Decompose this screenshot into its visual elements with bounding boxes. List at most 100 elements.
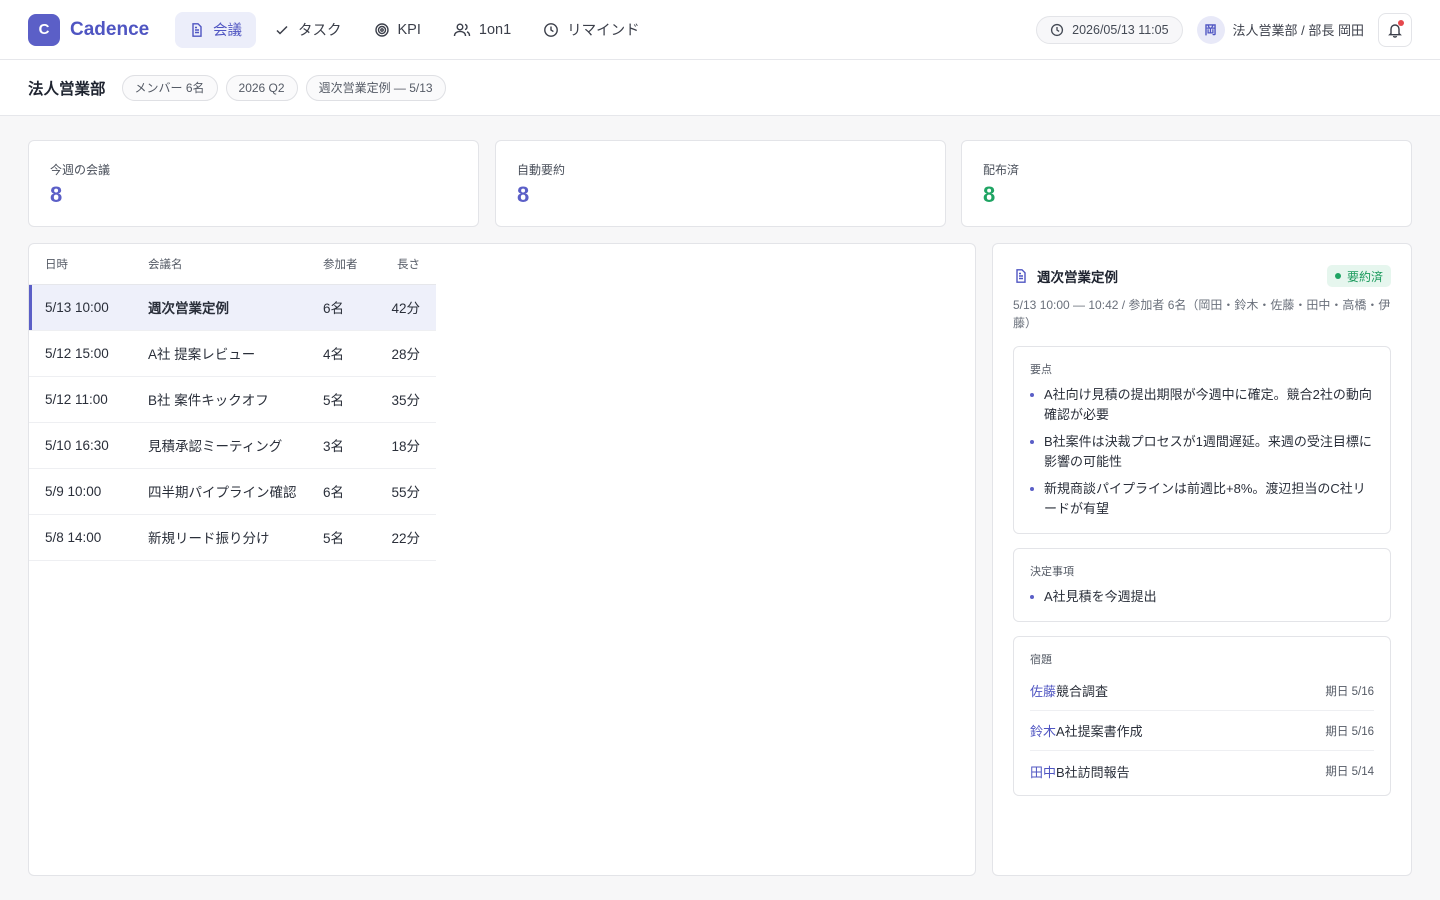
main-nav: 会議 タスク KPI 1on1 リマインド bbox=[175, 11, 658, 48]
cell-date: 5/12 15:00 bbox=[29, 330, 148, 377]
stat-value: 8 bbox=[517, 182, 530, 207]
document-icon bbox=[192, 22, 202, 37]
meeting-detail-panel: 週次営業定例 要約済 5/13 10:00 — 10:42 / 参加者 6名（岡… bbox=[992, 243, 1412, 876]
datetime-pill: 2026/05/13 11:05 bbox=[1036, 15, 1183, 44]
cell-date: 5/10 16:30 bbox=[29, 422, 148, 469]
cell-participants: 5名 bbox=[323, 376, 383, 423]
target-icon bbox=[374, 22, 389, 37]
cell-length: 22分 bbox=[383, 514, 436, 561]
status-badge: 要約済 bbox=[1326, 265, 1391, 287]
cell-date: 5/9 10:00 bbox=[29, 468, 148, 515]
nav-label: 1on1 bbox=[478, 21, 512, 38]
notification-dot bbox=[1398, 19, 1404, 26]
table-header-row: 日時 会議名 参加者 長さ bbox=[29, 244, 436, 285]
stat-card-meetings: 今週の会議 8 bbox=[28, 140, 479, 227]
clock-icon bbox=[544, 22, 559, 37]
cell-participants: 3名 bbox=[323, 422, 383, 469]
detail-header: 週次営業定例 要約済 bbox=[1013, 265, 1391, 287]
table-row[interactable]: 5/12 11:00 B社 案件キックオフ 5名 35分 bbox=[29, 376, 436, 423]
key-points-list: A社向け見積の提出期限が今週中に確定。競合2社の動向確認が必要 B社案件は決裁プ… bbox=[1030, 385, 1374, 519]
key-points-section: 要点 A社向け見積の提出期限が今週中に確定。競合2社の動向確認が必要 B社案件は… bbox=[1013, 346, 1391, 534]
cell-date: 5/8 14:00 bbox=[29, 514, 148, 561]
meetings-table-panel: 日時 会議名 参加者 長さ 5/13 10:00 週次営業定例 6名 42分 5… bbox=[28, 243, 976, 876]
current-meeting-chip: 週次営業定例 — 5/13 bbox=[305, 74, 446, 101]
decisions-list: A社見積を今週提出 bbox=[1030, 587, 1374, 607]
decisions-section: 決定事項 A社見積を今週提出 bbox=[1013, 548, 1391, 622]
table-row[interactable]: 5/9 10:00 四半期パイプライン確認 6名 55分 bbox=[29, 468, 436, 515]
cell-length: 35分 bbox=[383, 376, 436, 423]
task-row[interactable]: 佐藤 競合調査 期日 5/16 bbox=[1030, 671, 1374, 711]
members-chip: メンバー 6名 bbox=[121, 74, 218, 101]
stat-card-distributed: 配布済 8 bbox=[961, 140, 1412, 227]
task-owner[interactable]: 田中 bbox=[1030, 762, 1056, 781]
task-row[interactable]: 田中 B社訪問報告 期日 5/14 bbox=[1030, 751, 1374, 791]
cell-name: 週次営業定例 bbox=[148, 284, 323, 331]
cell-name: B社 案件キックオフ bbox=[148, 376, 323, 423]
list-item: A社見積を今週提出 bbox=[1030, 587, 1374, 607]
stat-value: 8 bbox=[983, 182, 996, 207]
task-name: A社提案書作成 bbox=[1056, 724, 1143, 739]
task-due: 期日 5/14 bbox=[1325, 766, 1374, 778]
table-row[interactable]: 5/8 14:00 新規リード振り分け 5名 22分 bbox=[29, 514, 436, 561]
status-label: 要約済 bbox=[1346, 269, 1383, 284]
cell-name: 新規リード振り分け bbox=[148, 514, 323, 561]
column-header-length[interactable]: 長さ bbox=[383, 244, 436, 285]
task-owner[interactable]: 鈴木 bbox=[1030, 721, 1056, 740]
stat-label: 今週の会議 bbox=[50, 163, 111, 177]
list-item: A社向け見積の提出期限が今週中に確定。競合2社の動向確認が必要 bbox=[1030, 385, 1374, 425]
current-datetime: 2026/05/13 11:05 bbox=[1072, 22, 1169, 37]
app-logo[interactable]: C Cadence bbox=[28, 13, 175, 46]
cell-participants: 6名 bbox=[323, 468, 383, 515]
cell-participants: 5名 bbox=[323, 514, 383, 561]
top-right: 2026/05/13 11:05 岡 法人営業部 / 部長 岡田 bbox=[1036, 12, 1412, 47]
section-title: 要点 bbox=[1030, 364, 1052, 376]
task-name: 競合調査 bbox=[1056, 684, 1109, 699]
period-chip: 2026 Q2 bbox=[225, 74, 298, 101]
nav-label: リマインド bbox=[567, 23, 640, 39]
homework-section: 宿題 佐藤 競合調査 期日 5/16 鈴木 A社提案書作成 期日 5/16 田中… bbox=[1013, 636, 1391, 796]
table-row[interactable]: 5/13 10:00 週次営業定例 6名 42分 bbox=[29, 284, 436, 331]
user-name: 法人営業部 / 部長 岡田 bbox=[1232, 23, 1364, 38]
task-due: 期日 5/16 bbox=[1325, 685, 1374, 698]
cell-name: A社 提案レビュー bbox=[148, 330, 323, 377]
users-icon bbox=[453, 23, 471, 36]
list-item: 新規商談パイプラインは前週比+8%。渡辺担当のC社リードが有望 bbox=[1030, 479, 1374, 519]
table-row[interactable]: 5/12 15:00 A社 提案レビュー 4名 28分 bbox=[29, 330, 436, 377]
stat-value: 8 bbox=[50, 182, 63, 207]
stat-label: 配布済 bbox=[983, 163, 1020, 177]
nav-label: タスク bbox=[298, 23, 342, 39]
table-row[interactable]: 5/10 16:30 見積承認ミーティング 3名 18分 bbox=[29, 422, 436, 469]
column-header-name[interactable]: 会議名 bbox=[148, 244, 323, 285]
top-bar: C Cadence 会議 タスク KPI 1on1 リマインド 2026/05/… bbox=[0, 0, 1440, 60]
document-icon bbox=[1016, 269, 1026, 283]
section-title: 決定事項 bbox=[1030, 566, 1074, 578]
nav-item-tasks[interactable]: タスク bbox=[260, 12, 356, 48]
avatar: 岡 bbox=[1196, 15, 1225, 44]
detail-meta: 5/13 10:00 — 10:42 / 参加者 6名（岡田・鈴木・佐藤・田中・… bbox=[1013, 298, 1391, 330]
nav-item-1on1[interactable]: 1on1 bbox=[439, 12, 525, 48]
cell-name: 四半期パイプライン確認 bbox=[148, 468, 323, 515]
column-header-participants[interactable]: 参加者 bbox=[323, 244, 383, 285]
detail-title: 週次営業定例 bbox=[1037, 270, 1118, 285]
cell-length: 28分 bbox=[383, 330, 436, 377]
cell-participants: 4名 bbox=[323, 330, 383, 377]
user-menu[interactable]: 岡 法人営業部 / 部長 岡田 bbox=[1196, 15, 1364, 44]
stat-card-summaries: 自動要約 8 bbox=[495, 140, 946, 227]
clock-icon bbox=[1051, 23, 1064, 36]
task-row[interactable]: 鈴木 A社提案書作成 期日 5/16 bbox=[1030, 711, 1374, 751]
cell-name: 見積承認ミーティング bbox=[148, 422, 323, 469]
app-name: Cadence bbox=[70, 18, 150, 40]
cell-length: 18分 bbox=[383, 422, 436, 469]
nav-item-kpi[interactable]: KPI bbox=[360, 12, 435, 48]
page-title: 法人営業部 bbox=[28, 80, 106, 98]
logo-mark: C bbox=[28, 13, 60, 46]
cell-date: 5/13 10:00 bbox=[29, 284, 148, 331]
check-icon bbox=[276, 25, 288, 35]
notifications-button[interactable] bbox=[1378, 12, 1412, 47]
task-owner[interactable]: 佐藤 bbox=[1030, 681, 1056, 700]
nav-item-meetings[interactable]: 会議 bbox=[175, 11, 256, 48]
status-dot bbox=[1334, 273, 1341, 279]
cell-participants: 6名 bbox=[323, 284, 383, 331]
column-header-date[interactable]: 日時 bbox=[29, 244, 148, 285]
nav-item-reminders[interactable]: リマインド bbox=[529, 12, 654, 48]
